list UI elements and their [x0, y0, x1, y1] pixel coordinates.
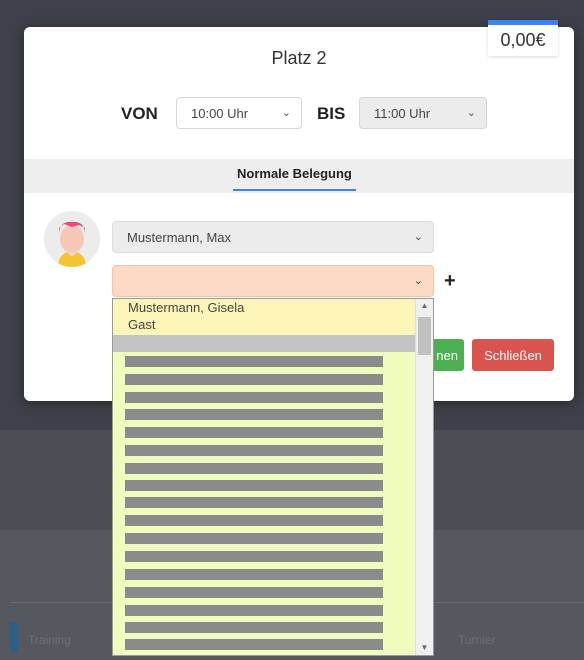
close-button[interactable]: Schließen [472, 339, 554, 371]
scroll-down-arrow-icon[interactable]: ▼ [416, 641, 433, 655]
to-time-select[interactable]: 11:00 Uhr ⌄ [359, 97, 487, 129]
chevron-down-icon: ⌄ [413, 231, 423, 243]
price-badge: 0,00€ [488, 20, 558, 56]
redacted-option[interactable] [125, 622, 383, 633]
redacted-option[interactable] [125, 639, 383, 650]
booking-tabs: Normale Belegung [24, 159, 574, 193]
add-player-button[interactable]: + [444, 270, 456, 293]
avatar-icon [44, 211, 100, 267]
chevron-down-icon: ⌄ [413, 275, 423, 287]
background-tab-training: Training [28, 633, 71, 647]
dropdown-scrollbar[interactable]: ▲ ▼ [415, 299, 433, 655]
redacted-option[interactable] [125, 463, 383, 474]
dropdown-option[interactable]: Gast [113, 316, 416, 334]
tab-normale-belegung[interactable]: Normale Belegung [233, 166, 356, 191]
to-label: BIS [317, 104, 346, 123]
chevron-down-icon: ⌄ [466, 107, 476, 119]
to-time-value: 11:00 Uhr [374, 105, 431, 121]
from-time-select[interactable]: 10:00 Uhr ⌄ [176, 97, 302, 129]
player2-dropdown-list: Mustermann, Gisela Gast ▲ ▼ [112, 298, 434, 656]
redacted-option[interactable] [125, 427, 383, 438]
dropdown-option[interactable]: Mustermann, Gisela [113, 299, 416, 316]
redacted-option[interactable] [125, 569, 383, 580]
redacted-option[interactable] [125, 587, 383, 598]
redacted-option[interactable] [125, 445, 383, 456]
redacted-option[interactable] [125, 374, 383, 385]
from-time-value: 10:00 Uhr [191, 105, 249, 121]
redacted-option[interactable] [125, 605, 383, 616]
redacted-option[interactable] [125, 515, 383, 526]
player1-value: Mustermann, Max [127, 229, 232, 245]
redacted-option[interactable] [125, 551, 383, 562]
redacted-option[interactable] [125, 356, 383, 367]
player2-select[interactable]: ⌄ [112, 265, 434, 297]
from-label: VON [121, 104, 158, 123]
scroll-up-arrow-icon[interactable]: ▲ [416, 299, 433, 313]
avatar [44, 211, 100, 267]
time-row: VON 10:00 Uhr ⌄ BIS 11:00 Uhr ⌄ [24, 97, 574, 131]
player1-select[interactable]: Mustermann, Max ⌄ [112, 221, 434, 253]
dropdown-option-highlighted[interactable] [113, 335, 416, 352]
redacted-option[interactable] [125, 392, 383, 403]
redacted-option[interactable] [125, 533, 383, 544]
redacted-option[interactable] [125, 497, 383, 508]
scroll-thumb[interactable] [418, 317, 431, 355]
redacted-option[interactable] [125, 409, 383, 420]
chevron-down-icon: ⌄ [281, 107, 291, 119]
background-tab-turnier: Turnier [458, 633, 496, 647]
background-tab-marker [10, 622, 18, 652]
redacted-option[interactable] [125, 480, 383, 491]
